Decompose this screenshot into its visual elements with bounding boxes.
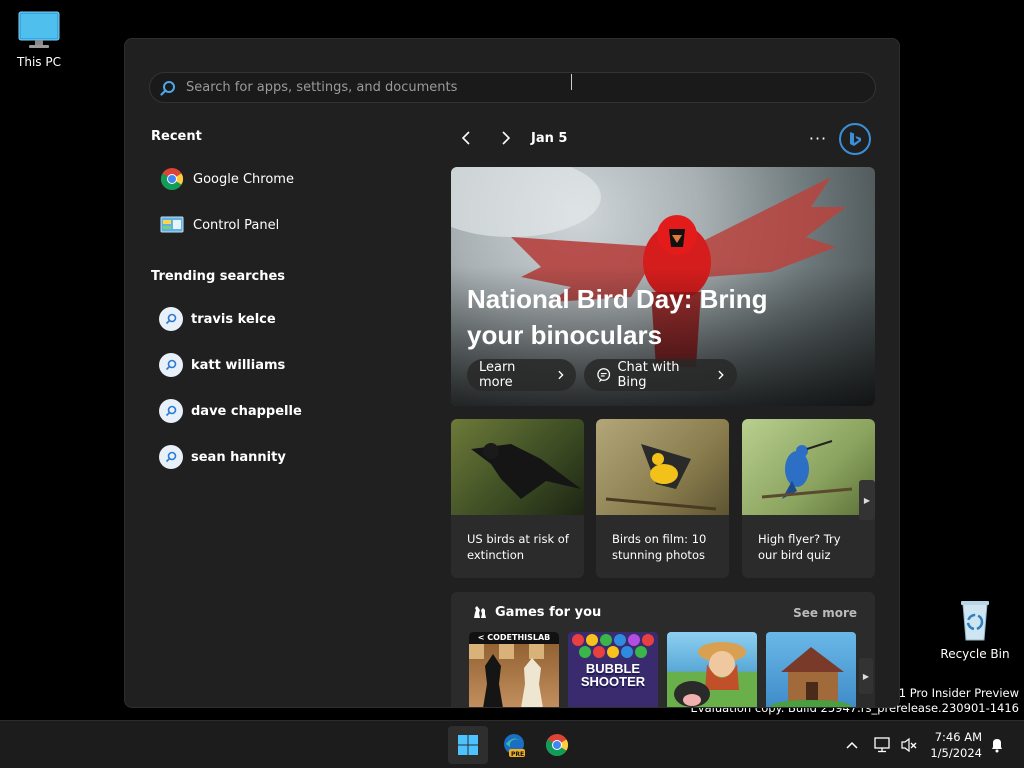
search-panel: Recent Google Chrome Control Panel Trend… bbox=[124, 38, 900, 708]
search-icon bbox=[150, 80, 186, 96]
search-box[interactable] bbox=[149, 72, 876, 103]
trending-item-dave-chappelle[interactable]: dave chappelle bbox=[159, 393, 419, 429]
house-icon bbox=[771, 647, 851, 707]
windows-logo-icon bbox=[458, 735, 478, 755]
trending-item-label: travis kelce bbox=[191, 311, 276, 327]
edge-pre-badge: PRE bbox=[511, 751, 525, 758]
highlights-date: Jan 5 bbox=[531, 130, 568, 146]
hero-title: National Bird Day: Bring your binoculars bbox=[467, 284, 768, 350]
games-scroll-right-button[interactable]: ▶ bbox=[859, 658, 873, 694]
trending-item-sean-hannity[interactable]: sean hannity bbox=[159, 439, 419, 475]
chat-with-bing-label: Chat with Bing bbox=[617, 360, 680, 390]
next-day-button[interactable] bbox=[491, 123, 521, 153]
network-icon bbox=[874, 737, 890, 753]
clock-date: 1/5/2024 bbox=[930, 746, 982, 760]
chrome-icon bbox=[159, 166, 185, 192]
clock[interactable]: 7:46 AM 1/5/2024 bbox=[930, 729, 982, 761]
desktop-icon-this-pc[interactable]: This PC bbox=[3, 10, 75, 69]
farmer-character-icon bbox=[674, 642, 746, 707]
edge-preview-button[interactable]: PRE bbox=[494, 726, 534, 764]
news-card[interactable]: High flyer? Try our bird quiz bbox=[742, 419, 875, 578]
search-icon bbox=[159, 307, 183, 331]
hero-card[interactable]: National Bird Day: Bring your binoculars… bbox=[451, 167, 875, 406]
chat-with-bing-button[interactable]: Chat with Bing bbox=[584, 359, 737, 391]
show-hidden-icons-button[interactable] bbox=[842, 721, 862, 768]
desktop-icon-label: Recycle Bin bbox=[940, 647, 1010, 661]
volume-muted-icon bbox=[901, 737, 917, 753]
bell-icon bbox=[992, 739, 1002, 753]
chess-king-icon bbox=[469, 644, 544, 707]
game-tile-bubble-shooter[interactable]: BUBBLE SHOOTER bbox=[568, 632, 658, 707]
trending-item-label: katt williams bbox=[191, 357, 286, 373]
game-tile-house[interactable] bbox=[766, 632, 856, 707]
card-image-raven bbox=[451, 419, 584, 515]
card-image-hummingbird bbox=[742, 419, 875, 515]
card-caption: Birds on film: 10 stunning photos bbox=[612, 532, 707, 562]
play-right-icon: ▶ bbox=[863, 495, 871, 505]
learn-more-button[interactable]: Learn more bbox=[467, 359, 576, 391]
text-cursor-icon bbox=[571, 74, 572, 90]
chevron-right-icon bbox=[557, 370, 564, 380]
chevron-left-icon bbox=[461, 131, 470, 145]
games-header: Games for you bbox=[471, 604, 601, 620]
chat-bubble-icon bbox=[597, 368, 611, 383]
control-panel-icon bbox=[159, 212, 185, 238]
bing-icon bbox=[850, 132, 861, 146]
bing-chat-button[interactable] bbox=[839, 123, 871, 155]
game-tile-label: BUBBLE SHOOTER bbox=[580, 661, 646, 689]
trending-title: Trending searches bbox=[151, 269, 286, 284]
learn-more-label: Learn more bbox=[479, 360, 516, 390]
recycle-bin-icon bbox=[961, 601, 989, 641]
play-right-icon: ▶ bbox=[862, 671, 870, 681]
cards-scroll-right-button[interactable]: ▶ bbox=[859, 480, 875, 520]
news-card[interactable]: US birds at risk of extinction bbox=[451, 419, 584, 578]
highlights-nav: Jan 5 ··· bbox=[451, 123, 875, 155]
recent-item-label: Control Panel bbox=[193, 217, 280, 233]
news-card[interactable]: Birds on film: 10 stunning photos bbox=[596, 419, 729, 578]
card-image-goldfinch bbox=[596, 419, 729, 515]
chess-pieces-icon bbox=[474, 606, 486, 618]
previous-day-button[interactable] bbox=[451, 123, 481, 153]
search-icon bbox=[159, 353, 183, 377]
trending-item-travis-kelce[interactable]: travis kelce bbox=[159, 301, 419, 337]
volume-button[interactable] bbox=[898, 721, 920, 768]
trending-item-label: sean hannity bbox=[191, 449, 286, 465]
chevron-up-icon bbox=[846, 741, 858, 749]
games-section: Games for you See more < CODETHISLAB BUB… bbox=[451, 592, 875, 707]
recent-item-google-chrome[interactable]: Google Chrome bbox=[159, 161, 419, 197]
chevron-right-icon bbox=[718, 370, 725, 380]
desktop-icon-recycle-bin[interactable]: Recycle Bin bbox=[939, 598, 1011, 661]
recent-item-control-panel[interactable]: Control Panel bbox=[159, 207, 419, 243]
more-options-button[interactable]: ··· bbox=[803, 123, 833, 153]
taskbar: PRE 7:46 AM 1/5/2024 bbox=[0, 720, 1024, 768]
card-caption: High flyer? Try our bird quiz bbox=[758, 532, 841, 562]
game-tile-farm[interactable] bbox=[667, 632, 757, 707]
trending-item-katt-williams[interactable]: katt williams bbox=[159, 347, 419, 383]
chrome-taskbar-button[interactable] bbox=[537, 726, 577, 764]
start-button[interactable] bbox=[448, 726, 488, 764]
clock-time: 7:46 AM bbox=[934, 730, 982, 744]
watermark-line-1: s 11 Pro Insider Preview bbox=[881, 686, 1019, 700]
recent-item-label: Google Chrome bbox=[193, 171, 294, 187]
monitor-icon bbox=[18, 11, 60, 48]
game-tile-label: < CODETHISLAB bbox=[469, 632, 559, 644]
recent-title: Recent bbox=[151, 129, 202, 144]
search-icon bbox=[159, 399, 183, 423]
desktop-icon-label: This PC bbox=[17, 55, 61, 69]
see-more-link[interactable]: See more bbox=[793, 606, 857, 620]
card-caption: US birds at risk of extinction bbox=[467, 532, 569, 562]
chrome-icon bbox=[546, 734, 568, 756]
notifications-button[interactable] bbox=[986, 721, 1008, 768]
game-tile-chess[interactable]: < CODETHISLAB bbox=[469, 632, 559, 707]
trending-item-label: dave chappelle bbox=[191, 403, 302, 419]
search-input[interactable] bbox=[186, 80, 826, 95]
network-button[interactable] bbox=[872, 721, 894, 768]
chevron-right-icon bbox=[502, 131, 511, 145]
games-title: Games for you bbox=[495, 604, 602, 620]
search-icon bbox=[159, 445, 183, 469]
